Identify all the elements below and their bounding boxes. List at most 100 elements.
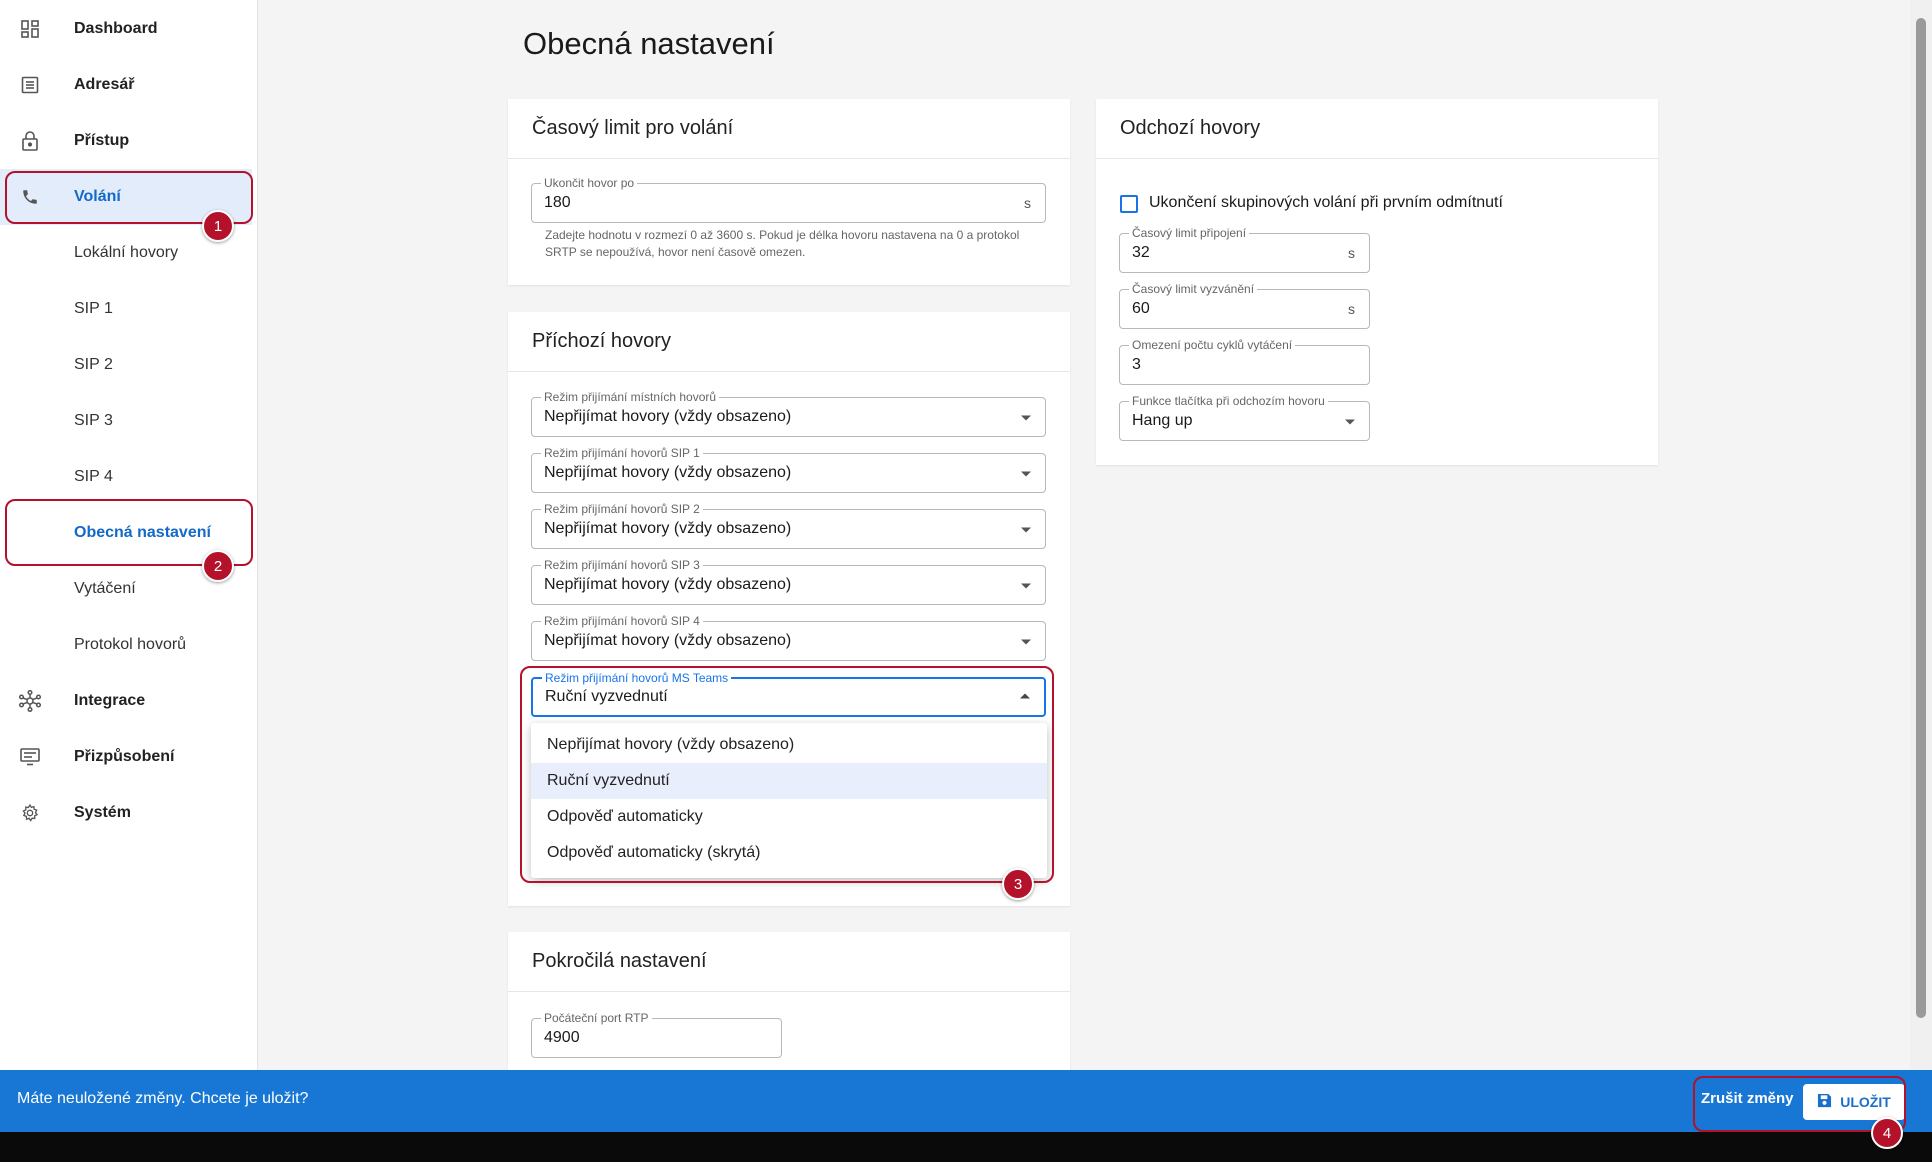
dial-cycles-limit-field[interactable]: Omezení počtu cyklů vytáčení 3 — [1119, 338, 1370, 385]
field-label: Režim přijímání hovorů SIP 4 — [541, 614, 703, 628]
group-call-end-checkbox[interactable] — [1120, 195, 1138, 213]
field-label: Režim přijímání hovorů SIP 2 — [541, 502, 703, 516]
sidebar-item-sip3[interactable]: SIP 3 — [0, 393, 252, 449]
sidebar-item-adresar[interactable]: Adresář — [0, 57, 252, 113]
field-label: Časový limit připojení — [1129, 226, 1250, 240]
field-label: Časový limit vyzvánění — [1129, 282, 1258, 296]
card-title: Časový limit pro volání — [532, 117, 734, 139]
end-call-after-field[interactable]: Ukončit hovor po 180 s — [531, 176, 1046, 223]
field-label: Režim přijímání hovorů SIP 1 — [541, 446, 703, 460]
call-timeout-card: Časový limit pro volání Ukončit hovor po… — [508, 99, 1070, 285]
sidebar-item-label: Přizpůsobení — [74, 748, 175, 765]
page-title: Obecná nastavení — [523, 26, 775, 61]
sidebar-item-sip1[interactable]: SIP 1 — [0, 281, 252, 337]
field-value: 32 — [1132, 244, 1150, 261]
sidebar-item-label: SIP 3 — [74, 412, 113, 429]
chevron-down-icon — [1021, 527, 1031, 533]
field-label: Omezení počtu cyklů vytáčení — [1129, 338, 1296, 352]
sidebar-item-label: Přístup — [74, 132, 130, 149]
card-divider — [508, 371, 1070, 372]
field-label: Režim přijímání místních hovorů — [541, 390, 720, 404]
sidebar-item-system[interactable]: Systém — [0, 785, 252, 841]
sidebar-item-sip4[interactable]: SIP 4 — [0, 449, 252, 505]
chevron-down-icon — [1345, 419, 1355, 425]
sidebar-item-label: SIP 4 — [74, 468, 113, 485]
sidebar-item-protokol-hovoru[interactable]: Protokol hovorů — [0, 617, 252, 673]
sidebar-item-label: SIP 1 — [74, 300, 113, 317]
field-label: Počáteční port RTP — [541, 1011, 652, 1025]
local-calls-mode-select[interactable]: Režim přijímání místních hovorů Nepřijím… — [531, 390, 1046, 437]
gear-icon — [18, 801, 42, 825]
bottom-strip — [0, 1132, 1932, 1162]
chevron-down-icon — [1021, 583, 1031, 589]
card-divider — [508, 158, 1070, 159]
field-value: Hang up — [1132, 412, 1193, 429]
sidebar-item-dashboard[interactable]: Dashboard — [0, 1, 252, 57]
sip2-calls-mode-select[interactable]: Režim přijímání hovorů SIP 2 Nepřijímat … — [531, 502, 1046, 549]
outgoing-calls-card: Odchozí hovory Ukončení skupinových volá… — [1096, 99, 1658, 465]
chevron-down-icon — [1021, 415, 1031, 421]
checkbox-label: Ukončení skupinových volání při prvním o… — [1149, 194, 1503, 211]
field-value: Nepřijímat hovory (vždy obsazeno) — [544, 520, 792, 537]
card-divider — [1096, 158, 1658, 159]
lock-icon — [18, 129, 42, 153]
sidebar-item-label: Lokální hovory — [74, 244, 179, 261]
app-window: Dashboard Adresář Přístup Volání Lokální… — [0, 0, 1932, 1162]
annotation-badge-2: 2 — [202, 550, 234, 582]
field-label: Režim přijímání hovorů SIP 3 — [541, 558, 703, 572]
sidebar-item-pristup[interactable]: Přístup — [0, 113, 252, 169]
dashboard-icon — [18, 17, 42, 41]
sidebar-item-label: Vytáčení — [74, 580, 136, 597]
unit-label: s — [1024, 195, 1031, 211]
address-book-icon — [18, 73, 42, 97]
field-value: Nepřijímat hovory (vždy obsazeno) — [544, 632, 792, 649]
network-icon — [18, 689, 42, 713]
ring-timeout-field[interactable]: Časový limit vyzvánění 60 s — [1119, 282, 1370, 329]
sip1-calls-mode-select[interactable]: Režim přijímání hovorů SIP 1 Nepřijímat … — [531, 446, 1046, 493]
field-label: Funkce tlačítka při odchozím hovoru — [1129, 394, 1328, 408]
field-value: 3 — [1132, 356, 1141, 373]
sidebar-item-label: Dashboard — [74, 20, 158, 37]
scrollbar-thumb[interactable] — [1916, 18, 1926, 1018]
field-label: Ukončit hovor po — [541, 176, 638, 190]
annotation-badge-1: 1 — [202, 210, 234, 242]
helper-text-line1: Zadejte hodnotu v rozmezí 0 až 3600 s. P… — [545, 228, 1020, 242]
sidebar-item-sip2[interactable]: SIP 2 — [0, 337, 252, 393]
chevron-down-icon — [1021, 471, 1031, 477]
connect-timeout-field[interactable]: Časový limit připojení 32 s — [1119, 226, 1370, 273]
card-title: Odchozí hovory — [1120, 117, 1261, 139]
advanced-settings-card: Pokročilá nastavení Počáteční port RTP 4… — [508, 932, 1070, 1082]
main-content: Obecná nastavení Časový limit pro volání… — [258, 0, 1910, 1082]
rtp-start-port-field[interactable]: Počáteční port RTP 4900 — [531, 1011, 782, 1058]
sip3-calls-mode-select[interactable]: Režim přijímání hovorů SIP 3 Nepřijímat … — [531, 558, 1046, 605]
vertical-scrollbar[interactable] — [1910, 0, 1932, 1070]
customize-icon — [18, 745, 42, 769]
field-value: 60 — [1132, 300, 1150, 317]
field-value: 180 — [544, 194, 571, 211]
chevron-down-icon — [1021, 639, 1031, 645]
unsaved-changes-bar: Máte neuložené změny. Chcete je uložit? … — [0, 1070, 1932, 1132]
sidebar-item-integrace[interactable]: Integrace — [0, 673, 252, 729]
field-value: Nepřijímat hovory (vždy obsazeno) — [544, 408, 792, 425]
unit-label: s — [1348, 245, 1355, 261]
sidebar-item-label: Systém — [74, 804, 131, 821]
annotation-badge-3: 3 — [1002, 868, 1034, 900]
sidebar-item-label: Integrace — [74, 692, 146, 709]
field-value: Nepřijímat hovory (vždy obsazeno) — [544, 576, 792, 593]
annotation-highlight-3 — [520, 666, 1054, 883]
sidebar-item-label: Adresář — [74, 76, 135, 93]
outgoing-button-function-select[interactable]: Funkce tlačítka při odchozím hovoru Hang… — [1119, 394, 1370, 441]
sidebar-item-label: Protokol hovorů — [74, 636, 187, 653]
card-divider — [508, 991, 1070, 992]
unit-label: s — [1348, 301, 1355, 317]
field-value: 4900 — [544, 1029, 580, 1046]
field-value: Nepřijímat hovory (vždy obsazeno) — [544, 464, 792, 481]
card-title: Pokročilá nastavení — [532, 950, 707, 972]
helper-text-line2: SRTP se nepoužívá, hovor není časově ome… — [545, 245, 806, 259]
annotation-badge-4: 4 — [1871, 1117, 1903, 1149]
sip4-calls-mode-select[interactable]: Režim přijímání hovorů SIP 4 Nepřijímat … — [531, 614, 1046, 661]
unsaved-changes-message: Máte neuložené změny. Chcete je uložit? — [17, 1090, 309, 1107]
sidebar-item-label: SIP 2 — [74, 356, 113, 373]
card-title: Příchozí hovory — [532, 330, 671, 352]
sidebar-item-prizpusobeni[interactable]: Přizpůsobení — [0, 729, 252, 785]
